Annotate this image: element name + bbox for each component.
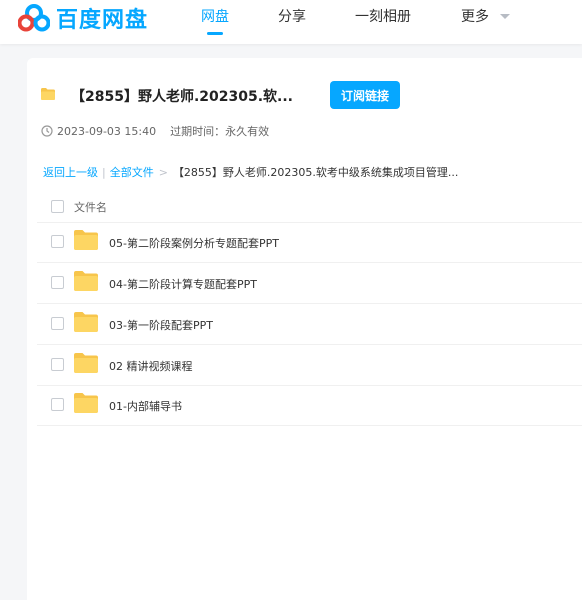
folder-icon	[74, 230, 98, 250]
row-checkbox[interactable]	[51, 317, 64, 330]
nav-tab-netdisk[interactable]: 网盘	[201, 6, 229, 26]
share-date: 2023-09-03 15:40	[57, 124, 157, 138]
breadcrumb-current: 【2855】野人老师.202305.软考中级系统集成项目管理...	[172, 166, 459, 179]
breadcrumb-back-link[interactable]: 返回上一级	[43, 166, 98, 179]
share-card: 【2855】野人老师.202305.软... 订阅链接 2023-09-03 1…	[27, 58, 582, 600]
brand-logo[interactable]: 百度网盘	[18, 2, 148, 34]
breadcrumb-separator: |	[102, 166, 106, 179]
file-row[interactable]: 04-第二阶段计算专题配套PPT	[37, 263, 582, 304]
share-title: 【2855】野人老师.202305.软...	[71, 89, 294, 105]
chevron-down-icon[interactable]	[500, 14, 510, 19]
file-name[interactable]: 04-第二阶段计算专题配套PPT	[109, 276, 257, 292]
file-list-header: 文件名	[37, 190, 582, 223]
file-row[interactable]: 03-第一阶段配套PPT	[37, 304, 582, 345]
nav-tab-album[interactable]: 一刻相册	[355, 6, 411, 26]
nav-active-indicator	[207, 32, 223, 35]
file-row[interactable]: 02 精讲视频课程	[37, 345, 582, 386]
breadcrumb-all-files-link[interactable]: 全部文件	[110, 166, 154, 179]
expire-value: 永久有效	[225, 125, 270, 138]
top-navigation: 百度网盘 网盘 分享 一刻相册 更多	[0, 0, 582, 44]
file-name[interactable]: 03-第一阶段配套PPT	[109, 317, 213, 333]
folder-icon	[41, 88, 55, 100]
breadcrumb-arrow: >	[158, 166, 168, 179]
column-header-filename: 文件名	[74, 201, 107, 214]
row-checkbox[interactable]	[51, 276, 64, 289]
folder-icon	[74, 393, 98, 413]
folder-icon	[74, 271, 98, 291]
breadcrumb: 返回上一级 | 全部文件 > 【2855】野人老师.202305.软考中级系统集成项目管…	[43, 164, 458, 180]
brand-name: 百度网盘	[56, 8, 149, 33]
expire-label: 过期时间：	[170, 125, 226, 138]
row-checkbox[interactable]	[51, 398, 64, 411]
nav-tab-share[interactable]: 分享	[278, 6, 306, 26]
file-row[interactable]: 05-第二阶段案例分析专题配套PPT	[37, 222, 582, 263]
file-name[interactable]: 05-第二阶段案例分析专题配套PPT	[109, 235, 279, 251]
file-name[interactable]: 02 精讲视频课程	[109, 358, 193, 374]
row-checkbox[interactable]	[51, 358, 64, 371]
row-checkbox[interactable]	[51, 235, 64, 248]
nav-tab-more[interactable]: 更多	[461, 6, 489, 26]
folder-icon	[74, 312, 98, 332]
clock-icon	[41, 125, 53, 137]
share-meta: 2023-09-03 15:40 过期时间： 永久有效	[41, 123, 269, 139]
select-all-checkbox[interactable]	[51, 200, 64, 213]
baidu-cloud-logo-icon	[18, 4, 50, 32]
subscribe-link-button[interactable]: 订阅链接	[330, 81, 400, 109]
file-row[interactable]: 01-内部辅导书	[37, 385, 582, 426]
file-name[interactable]: 01-内部辅导书	[109, 398, 182, 414]
folder-icon	[74, 353, 98, 373]
